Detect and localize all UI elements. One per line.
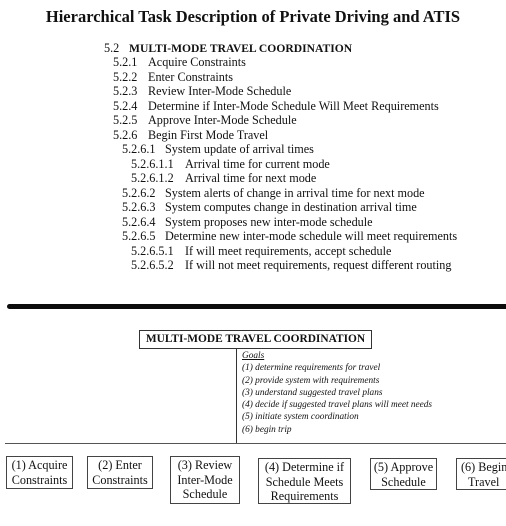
task-node-enter-constraints: (2) Enter Constraints [87, 456, 153, 489]
task-label-line: Constraints [92, 472, 148, 487]
outline-item: 5.2.6.5 Determine new inter-mode schedule… [122, 229, 457, 244]
task-label-line: (6) Begin [461, 460, 506, 474]
outline-number: 5.2.6.2 [122, 185, 156, 200]
outline-item: 5.2.4 Determine if Inter-Mode Schedule Wi… [113, 99, 439, 114]
outline-number: 5.2.6.1.1 [131, 156, 174, 171]
outline-number: 5.2.6.1 [122, 142, 156, 156]
outline-text: Review Inter-Mode Schedule [148, 84, 292, 98]
task-label-line: Schedule [182, 487, 228, 502]
outline-item: 5.2.6.4 System proposes new inter-mode sc… [122, 215, 373, 230]
outline-item: 5.2.3 Review Inter-Mode Schedule [113, 84, 291, 99]
outline-number: 5.2.6.1.2 [131, 171, 174, 185]
goals-list: Goals (1) determine requirements for tra… [242, 350, 432, 436]
outline-text: Arrival time for current mode [185, 156, 330, 171]
outline-text: Approve Inter-Mode Schedule [148, 113, 297, 127]
outline-item: 5.2.6.5.2 If will not meet requirements, … [131, 258, 451, 273]
goal-item: (2) provide system with requirements [242, 375, 380, 386]
task-label-line: Travel [468, 474, 500, 489]
diagram-root-node: MULTI-MODE TRAVEL COORDINATION [139, 330, 372, 349]
outline-item: 5.2.6.2 System alerts of change in arriva… [122, 186, 425, 201]
goal-item: (6) begin trip [242, 424, 292, 435]
outline-number: 5.2.6 [113, 127, 138, 142]
outline-text: System computes change in destination ar… [165, 200, 417, 214]
outline-text: Begin First Mode Travel [148, 127, 269, 142]
outline-number: 5.2.5 [113, 113, 138, 127]
goal-item: (3) understand suggested travel plans [242, 387, 383, 398]
outline-number: 5.2.6.5.2 [131, 258, 174, 272]
root-connector-line [236, 349, 237, 443]
outline-text: Determine if Inter-Mode Schedule Will Me… [148, 98, 439, 113]
outline-number: 5.2.6.4 [122, 214, 156, 229]
goal-item: (1) determine requirements for travel [242, 363, 381, 374]
outline-item: 5.2.5 Approve Inter-Mode Schedule [113, 113, 297, 128]
outline-number: 5.2.6.5.1 [131, 243, 174, 258]
outline-item: 5.2.2 Enter Constraints [113, 70, 233, 85]
outline-item: 5.2.1 Acquire Constraints [113, 55, 246, 70]
document-title: Hierarchical Task Description of Private… [45, 7, 461, 26]
task-node-determine-schedule: (4) Determine if Schedule Meets Requirem… [258, 458, 351, 504]
outline-text: If will not meet requirements, request d… [185, 258, 452, 272]
outline-item: 5.2.6.1.1 Arrival time for current mode [131, 157, 330, 172]
outline-item: 5.2.6.5.1 If will meet requirements, acce… [131, 244, 391, 259]
outline-number: 5.2.4 [113, 98, 138, 113]
task-node-begin-travel: (6) Begin Travel [456, 458, 506, 490]
task-node-approve-schedule: (5) Approve Schedule [370, 458, 437, 490]
task-label-line: (3) Review [177, 458, 233, 472]
outline-item: 5.2.6.1 System update of arrival times [122, 142, 314, 157]
outline-item: 5.2.6.3 System computes change in destina… [122, 200, 417, 215]
goal-item: (4) decide if suggested travel plans wil… [242, 400, 433, 411]
outline-text: Determine new inter-mode schedule will m… [165, 229, 458, 243]
outline-text: If will meet requirements, accept schedu… [185, 243, 392, 258]
task-label-line: Requirements [270, 489, 339, 504]
task-label-line: (2) Enter [98, 458, 142, 472]
task-label-line: Schedule Meets [265, 474, 344, 489]
outline-text: System proposes new inter-mode schedule [165, 214, 373, 229]
task-node-review-schedule: (3) Review Inter-Mode Schedule [170, 456, 240, 504]
task-label-line: (1) Acquire [11, 458, 68, 472]
outline-number: 5.2.1 [113, 55, 138, 69]
section-divider [7, 304, 506, 309]
outline-number: 5.2.2 [113, 69, 138, 84]
outline-text: Acquire Constraints [148, 55, 246, 69]
outline-text: System alerts of change in arrival time … [165, 185, 425, 200]
task-node-acquire-constraints: (1) Acquire Constraints [6, 456, 73, 489]
outline-item: 5.2.6 Begin First Mode Travel [113, 128, 268, 143]
outline-number: 5.2.3 [113, 84, 138, 98]
task-label-line: Constraints [11, 472, 68, 487]
goals-heading: Goals [242, 351, 265, 361]
task-label-line: (4) Determine if [264, 460, 345, 474]
task-label-line: (5) Approve [373, 460, 434, 474]
outline-number: 5.2 [104, 41, 120, 55]
task-label-line: Inter-Mode [177, 472, 233, 487]
outline-text: Enter Constraints [148, 69, 233, 84]
outline-number: 5.2.6.5 [122, 229, 156, 243]
outline-number: 5.2.6.3 [122, 200, 156, 214]
task-branch-line [5, 443, 506, 444]
outline-text: Arrival time for next mode [185, 171, 317, 185]
outline-item: 5.2.6.1.2 Arrival time for next mode [131, 171, 316, 186]
task-label-line: Schedule [381, 474, 426, 489]
goal-item: (5) initiate system coordination [242, 412, 359, 423]
outline-text: System update of arrival times [165, 142, 314, 156]
